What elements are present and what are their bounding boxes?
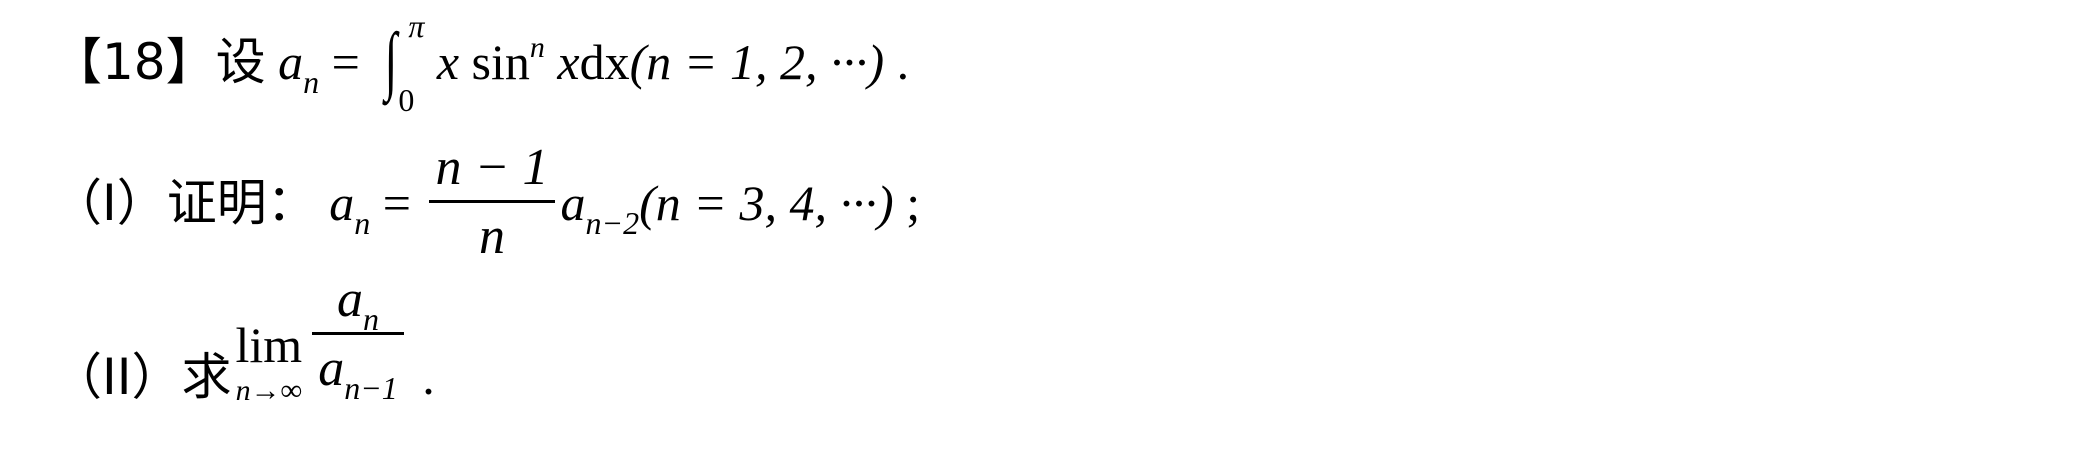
- limit-operator: lim n→∞: [236, 320, 303, 406]
- statement-period: .: [884, 34, 910, 90]
- ratio-numerator-index: n: [362, 301, 379, 337]
- sine-power: n: [529, 31, 545, 64]
- statement-semicolon: ;: [893, 174, 921, 231]
- sequence-term: a: [278, 34, 304, 90]
- part-two-label: （II）求: [52, 347, 232, 406]
- intro-word: 设: [215, 33, 266, 91]
- limit-subscript: n→∞: [235, 374, 303, 407]
- fraction-denominator: n: [479, 208, 505, 265]
- integral-symbol: ∫ π 0: [385, 8, 425, 118]
- equals-sign: =: [319, 34, 373, 90]
- equals-sign: =: [370, 174, 424, 231]
- ratio-fraction: an an−1: [312, 271, 404, 405]
- fraction-numerator: n − 1: [435, 139, 549, 196]
- ratio-denominator-term: a: [318, 340, 345, 397]
- recurrence-fraction: n − 1 n: [429, 139, 555, 265]
- index-range: (n = 3, 4, ···): [639, 174, 894, 231]
- integral-upper-limit: π: [408, 8, 425, 44]
- part-two-line: （II）求 lim n→∞ an an−1 .: [52, 274, 435, 443]
- part-one-label: （I）证明：: [52, 173, 317, 232]
- ratio-denominator-index: n−1: [344, 370, 398, 406]
- lhs-index: n: [354, 204, 371, 241]
- index-range: (n = 1, 2, ···): [629, 34, 885, 90]
- problem-statement-line: 【18】设 an = ∫ π 0 x sinn xdx(n = 1, 2, ···)…: [52, 8, 910, 118]
- sine-argument: x: [557, 34, 580, 90]
- problem-number: 【18】: [52, 33, 216, 91]
- limit-word: lim: [235, 317, 303, 373]
- differential: dx: [579, 34, 630, 90]
- integral-lower-limit: 0: [398, 82, 415, 118]
- sine-function: sin: [471, 34, 530, 90]
- ratio-numerator: an: [331, 271, 385, 336]
- ratio-numerator-term: a: [336, 271, 363, 328]
- sequence-index: n: [303, 64, 320, 100]
- lhs-term: a: [329, 174, 355, 231]
- integrand-variable: x: [436, 34, 460, 90]
- rhs-index: n−2: [585, 204, 640, 241]
- statement-period: .: [409, 348, 435, 405]
- part-one-line: （I）证明： an = n − 1 n an−2(n = 3, 4, ···) ;: [52, 142, 921, 269]
- rhs-term: a: [560, 174, 586, 231]
- ratio-denominator: an−1: [312, 335, 404, 405]
